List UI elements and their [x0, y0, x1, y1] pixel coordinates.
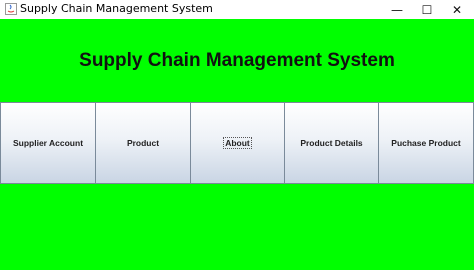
- page-title: Supply Chain Management System: [79, 50, 395, 71]
- main-panel: Supply Chain Management System Supplier …: [0, 19, 474, 270]
- about-button[interactable]: About: [190, 102, 285, 184]
- product-button[interactable]: Product: [95, 102, 191, 184]
- product-details-label: Product Details: [300, 138, 363, 148]
- minimize-icon: —: [391, 2, 403, 17]
- maximize-button[interactable]: ☐: [410, 0, 444, 19]
- product-details-button[interactable]: Product Details: [284, 102, 379, 184]
- window-titlebar: Supply Chain Management System — ☐ ✕: [0, 0, 474, 20]
- window-title: Supply Chain Management System: [20, 2, 213, 15]
- close-button[interactable]: ✕: [440, 0, 474, 19]
- close-icon: ✕: [451, 2, 463, 17]
- purchase-product-button[interactable]: Puchase Product: [378, 102, 474, 184]
- minimize-button[interactable]: —: [380, 0, 414, 19]
- purchase-product-label: Puchase Product: [391, 138, 461, 148]
- menu-button-row: Supplier Account Product About Product D…: [0, 102, 474, 186]
- supplier-account-label: Supplier Account: [12, 138, 84, 148]
- about-label: About: [223, 137, 252, 149]
- maximize-icon: ☐: [421, 2, 433, 17]
- supplier-account-button[interactable]: Supplier Account: [0, 102, 96, 184]
- product-label: Product: [126, 138, 160, 148]
- java-icon: [5, 3, 17, 15]
